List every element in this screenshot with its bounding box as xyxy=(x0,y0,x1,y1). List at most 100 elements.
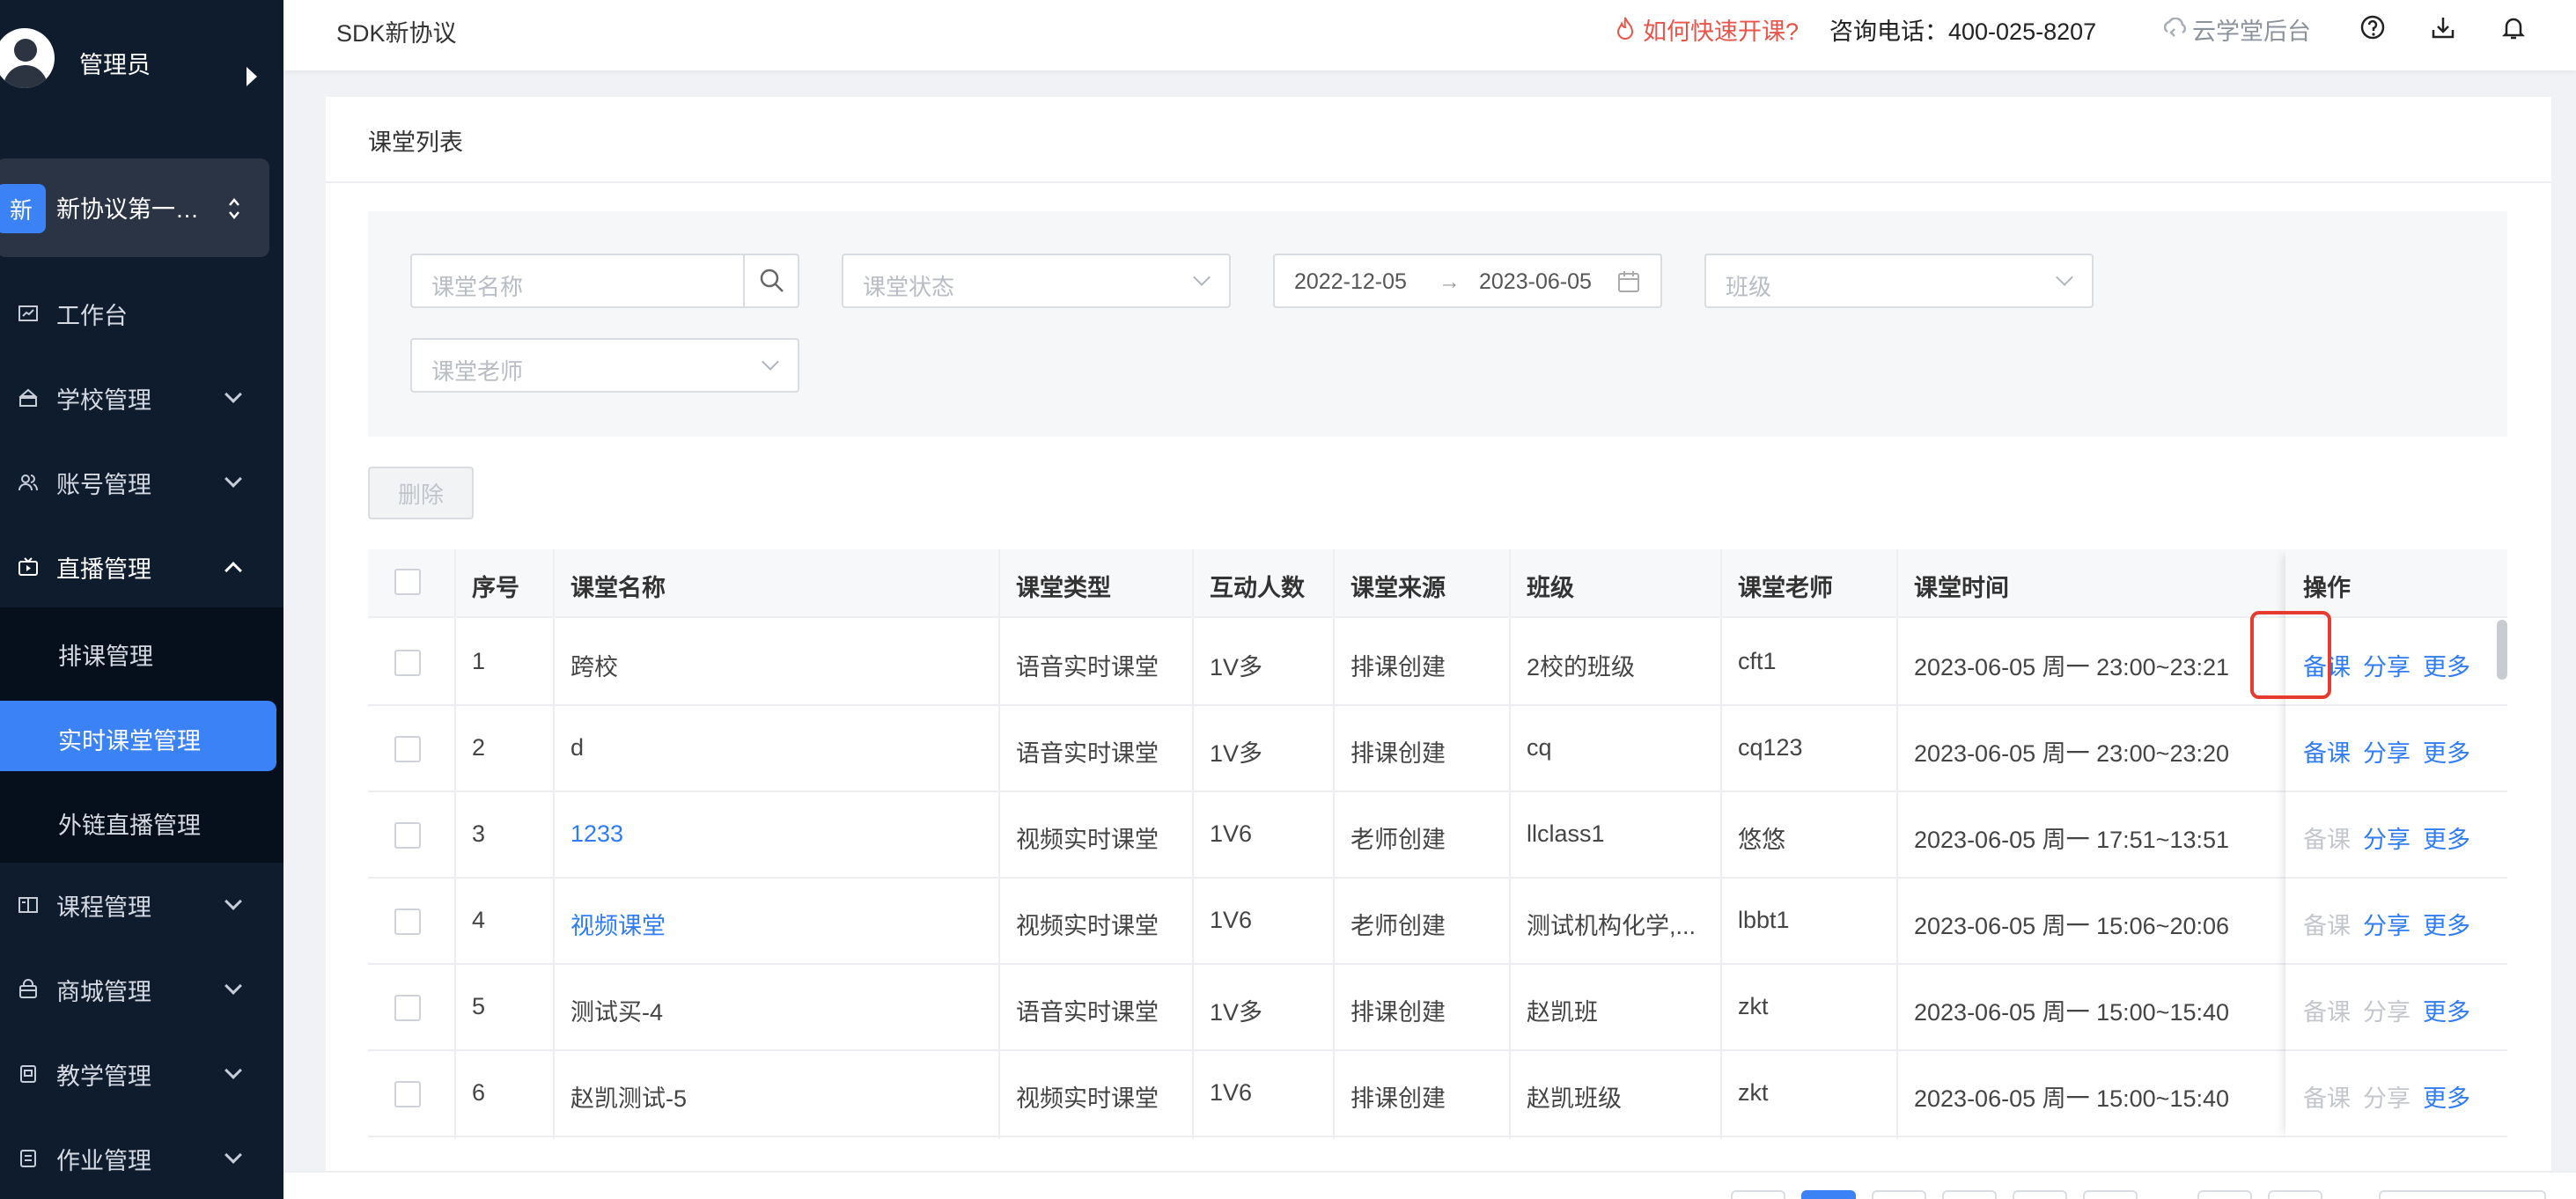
dashboard-icon xyxy=(18,305,38,321)
menu-item-account[interactable]: 账号管理 xyxy=(0,447,283,518)
quick-start-link[interactable]: 如何快速开课? xyxy=(1643,12,1799,47)
table-row: 6 赵凯测试-5 视频实时课堂 1V6 排课创建 赵凯班级 zkt 2023-06-05 周一… xyxy=(368,1051,2507,1137)
cell-source: 老师创建 xyxy=(1351,827,1446,853)
page-prev-button[interactable] xyxy=(1731,1190,1785,1199)
class-status-select[interactable]: 课堂状态 xyxy=(842,254,1231,308)
cell-name: 跨校 xyxy=(570,654,618,680)
chevron-down-icon xyxy=(224,1062,242,1079)
menu-item-course[interactable]: 课程管理 xyxy=(0,870,283,940)
menu-item-teaching[interactable]: 教学管理 xyxy=(0,1039,283,1109)
menu-label-school: 学校管理 xyxy=(56,386,151,414)
cell-source: 老师创建 xyxy=(1351,913,1446,939)
bell-icon[interactable] xyxy=(2500,14,2527,40)
page-button[interactable] xyxy=(1872,1190,1926,1199)
user-name: 管理员 xyxy=(79,52,151,78)
class-status-placeholder: 课堂状态 xyxy=(863,274,955,300)
header-class: 班级 xyxy=(1527,575,1574,601)
submenu-label: 排课管理 xyxy=(58,644,153,670)
cell-no: 1 xyxy=(472,648,486,674)
menu-item-live[interactable]: 直播管理 xyxy=(0,532,283,602)
sort-arrows-icon xyxy=(229,198,239,219)
chevron-down-icon xyxy=(224,977,242,995)
submenu-item-external-live[interactable]: 外链直播管理 xyxy=(0,785,276,856)
cell-count: 1V6 xyxy=(1210,907,1253,933)
row-checkbox[interactable] xyxy=(394,908,421,935)
row-checkbox[interactable] xyxy=(394,995,421,1021)
menu-item-workbench[interactable]: 工作台 xyxy=(0,278,283,349)
cell-name: d xyxy=(570,734,585,761)
page-next-button[interactable] xyxy=(2268,1190,2322,1199)
download-icon[interactable] xyxy=(2430,14,2456,40)
teacher-placeholder: 课堂老师 xyxy=(431,358,524,385)
cell-type: 语音实时课堂 xyxy=(1016,999,1159,1026)
table-row: 1 跨校 语音实时课堂 1V多 排课创建 2校的班级 cft1 2023-06-05 周一 2… xyxy=(368,620,2507,706)
vertical-scrollbar[interactable] xyxy=(2497,620,2507,680)
menu-item-mall[interactable]: 商城管理 xyxy=(0,954,283,1025)
submenu-item-realtime-class[interactable]: 实时课堂管理 xyxy=(0,701,276,771)
fire-icon xyxy=(1616,17,1634,40)
class-table: 序号 课堂名称 课堂类型 互动人数 课堂来源 班级 课堂老师 课堂时间 操作 1… xyxy=(368,549,2507,1139)
submenu-item-schedule[interactable]: 排课管理 xyxy=(0,616,276,687)
select-all-checkbox[interactable] xyxy=(394,569,421,595)
row-checkbox[interactable] xyxy=(394,736,421,762)
class-group-select[interactable]: 班级 xyxy=(1704,254,2094,308)
page-button[interactable] xyxy=(2013,1190,2067,1199)
cell-name: 赵凯测试-5 xyxy=(570,1085,688,1112)
table-row: 5 测试买-4 语音实时课堂 1V多 排课创建 赵凯班 zkt 2023-06-05 周一 1… xyxy=(368,965,2507,1051)
header-name: 课堂名称 xyxy=(570,575,666,601)
menu-item-homework[interactable]: 作业管理 xyxy=(0,1123,283,1194)
menu-label-account: 账号管理 xyxy=(56,471,151,498)
cell-class: 赵凯班 xyxy=(1527,999,1598,1026)
class-name-search[interactable]: 课堂名称 xyxy=(410,254,799,308)
cell-type: 语音实时课堂 xyxy=(1016,654,1159,680)
date-range-picker[interactable]: 2022-12-05 → 2023-06-05 xyxy=(1273,254,1662,308)
date-start: 2022-12-05 xyxy=(1294,269,1407,294)
teacher-select[interactable]: 课堂老师 xyxy=(410,338,799,393)
divider xyxy=(326,181,2551,183)
search-button[interactable] xyxy=(743,255,798,306)
cloud-sync-icon xyxy=(2163,18,2187,37)
card-title: 课堂列表 xyxy=(368,129,463,156)
cell-name[interactable]: 视频课堂 xyxy=(570,907,666,941)
cell-teacher: zkt xyxy=(1738,1079,1769,1106)
app-title: SDK新协议 xyxy=(336,20,457,47)
row-checkbox[interactable] xyxy=(394,650,421,676)
cell-class: 2校的班级 xyxy=(1527,654,1636,680)
cell-name: 测试买-4 xyxy=(570,999,664,1026)
menu-label-homework: 作业管理 xyxy=(56,1147,151,1174)
live-tv-icon xyxy=(18,557,38,576)
homework-icon xyxy=(20,1150,36,1167)
help-icon[interactable] xyxy=(2359,14,2386,40)
cell-source: 排课创建 xyxy=(1351,740,1446,767)
chevron-down-icon xyxy=(1193,268,1211,286)
page-button[interactable] xyxy=(1942,1190,1997,1199)
header-type: 课堂类型 xyxy=(1016,575,1111,601)
cell-name[interactable]: 1233 xyxy=(570,820,623,848)
cloud-admin-link[interactable]: 云学堂后台 xyxy=(2192,12,2311,47)
page-button[interactable] xyxy=(2083,1190,2138,1199)
cell-no: 3 xyxy=(472,820,486,847)
row-checkbox[interactable] xyxy=(394,1081,421,1107)
top-header: SDK新协议 如何快速开课? 咨询电话：400-025-8207 云学堂后台 xyxy=(283,0,2576,70)
delete-button[interactable]: 删除 xyxy=(368,467,474,519)
highlight-box xyxy=(2250,611,2331,699)
cell-no: 6 xyxy=(472,1079,486,1106)
row-checkbox[interactable] xyxy=(394,822,421,849)
cell-teacher: cft1 xyxy=(1738,648,1777,674)
page-current-button[interactable] xyxy=(1801,1190,1856,1199)
chevron-down-icon xyxy=(762,353,779,371)
cell-class: 赵凯班级 xyxy=(1527,1085,1622,1112)
class-group-placeholder: 班级 xyxy=(1726,274,1772,300)
page-button[interactable] xyxy=(2197,1190,2252,1199)
page-size-select[interactable] xyxy=(2379,1190,2546,1199)
school-switcher[interactable]: 新 新协议第一… xyxy=(0,158,269,257)
users-icon xyxy=(18,474,38,491)
school-badge: 新 xyxy=(0,184,46,233)
cell-source: 排课创建 xyxy=(1351,654,1446,680)
column-divider xyxy=(1192,549,1194,1139)
column-divider xyxy=(1333,549,1335,1139)
cell-time: 2023-06-05 周一 23:00~23:21 xyxy=(1914,654,2230,680)
chevron-down-icon xyxy=(2056,268,2073,286)
user-menu[interactable]: 管理员 xyxy=(0,16,283,113)
menu-item-school[interactable]: 学校管理 xyxy=(0,363,283,433)
